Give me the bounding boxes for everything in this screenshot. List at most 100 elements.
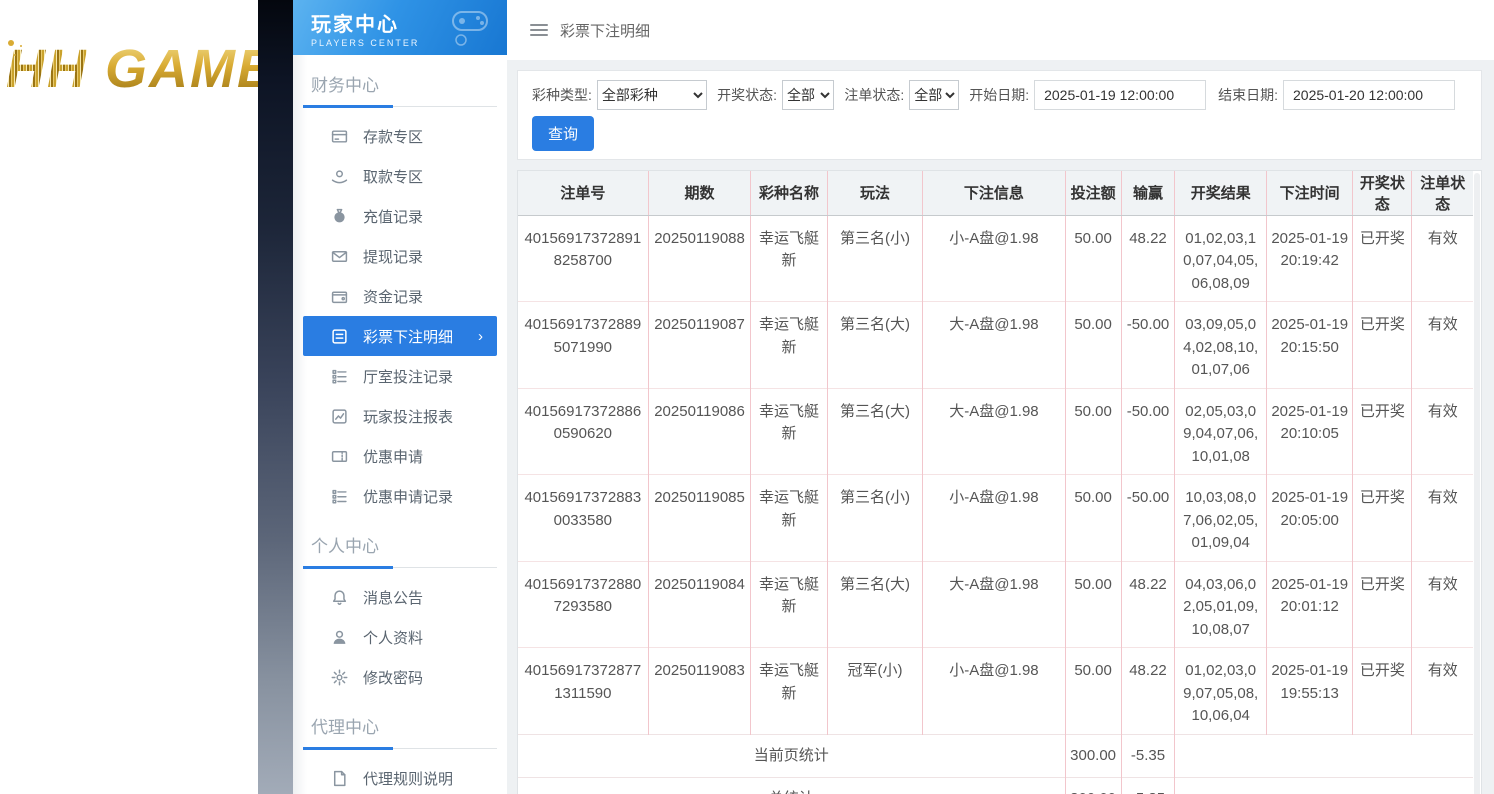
cell-bet-amount: 50.00: [1064, 560, 1122, 648]
summary-empty: [1174, 733, 1473, 778]
lottery-type-select[interactable]: 全部彩种: [596, 80, 708, 110]
sidebar-item-lottery-bet-detail[interactable]: 彩票下注明细 ›: [303, 316, 497, 356]
content: 彩种类型: 全部彩种 开奖状态: 全部 注单状态: 全部 开始日期: 结束日期:…: [507, 60, 1494, 794]
cell-win-loss: 48.22: [1120, 647, 1175, 734]
sidebar-item-label: 优惠申请记录: [363, 488, 454, 506]
sidebar-item-agent-rules[interactable]: 代理规则说明›: [303, 758, 497, 794]
envelope-icon: [331, 250, 348, 262]
section-divider: [303, 566, 497, 569]
chevron-right-icon: ›: [478, 327, 483, 345]
sidebar-item-withdraw[interactable]: 取款专区›: [303, 156, 497, 196]
cell-bet-info: 大-A盘@1.98: [922, 387, 1066, 475]
summary-bet-amount: 300.00: [1064, 733, 1122, 778]
col-header-win-loss: 输赢: [1120, 171, 1175, 216]
cell-win-loss: -50.00: [1120, 387, 1175, 475]
cell-draw-status: 已开奖: [1352, 474, 1412, 561]
cell-order-status: 有效: [1411, 387, 1473, 475]
sidebar-item-label: 彩票下注明细: [363, 328, 454, 346]
sidebar-item-funds-record[interactable]: 资金记录›: [303, 276, 497, 316]
cell-bet-amount: 50.00: [1064, 301, 1122, 388]
lottery-type-label: 彩种类型:: [532, 87, 592, 103]
sidebar-item-label: 充值记录: [363, 208, 424, 226]
draw-status-select[interactable]: 全部: [782, 80, 835, 110]
sidebar-item-withdrawal-record[interactable]: 提现记录›: [303, 236, 497, 276]
cell-play-type: 第三名(大): [826, 387, 923, 475]
table-row: 401569173728895071990 20250119087 幸运飞艇新 第三名…: [518, 301, 1473, 388]
wallet-icon: [331, 291, 348, 303]
cell-order-no: 401569173728860590620: [518, 387, 649, 475]
cell-order-status: 有效: [1411, 474, 1473, 561]
start-date-input[interactable]: [1034, 80, 1207, 110]
cell-win-loss: -50.00: [1120, 474, 1175, 561]
cell-period: 20250119083: [647, 647, 751, 734]
end-date-input[interactable]: [1283, 80, 1455, 110]
logo-text: HH GAME: [6, 38, 258, 100]
summary-label: 当前页统计: [518, 733, 1066, 778]
cell-order-no: 401569173728771311590: [518, 647, 649, 734]
cell-bet-time: 2025-01-19 20:01:12: [1265, 560, 1353, 648]
sidebar-section-title: 代理中心: [311, 718, 379, 737]
sidebar-item-profile[interactable]: 个人资料›: [303, 617, 497, 657]
cell-bet-info: 大-A盘@1.98: [922, 560, 1066, 648]
sidebar-item-hall-bet-record[interactable]: 厅室投注记录›: [303, 356, 497, 396]
cell-bet-info: 小-A盘@1.98: [922, 215, 1066, 302]
search-button[interactable]: 查询: [532, 116, 594, 151]
cell-bet-amount: 50.00: [1064, 647, 1122, 734]
cell-bet-time: 2025-01-19 20:10:05: [1265, 387, 1353, 475]
cell-play-type: 第三名(小): [826, 474, 923, 561]
col-header-order-no: 注单号: [518, 171, 649, 216]
col-header-period: 期数: [647, 171, 751, 216]
order-status-select[interactable]: 全部: [909, 80, 960, 110]
topbar: 彩票下注明细: [507, 0, 1494, 60]
bet-detail-list-icon: [332, 328, 347, 344]
cell-lottery-name: 幸运飞艇新: [750, 215, 828, 302]
table-row: 401569173728860590620 20250119086 幸运飞艇新 第三名…: [518, 387, 1473, 475]
cell-draw-status: 已开奖: [1352, 387, 1412, 475]
sidebar-menu: 财务中心存款专区›取款专区›充值记录›提现记录›资金记录› 彩票下注明细 › 厅室投注…: [293, 71, 507, 794]
sidebar-item-recharge-record[interactable]: 充值记录›: [303, 196, 497, 236]
cell-draw-result: 10,03,08,07,06,02,05,01,09,04: [1174, 474, 1267, 561]
sidebar-item-deposit[interactable]: 存款专区›: [303, 116, 497, 156]
table-row: 401569173728830033580 20250119085 幸运飞艇新 第三名…: [518, 474, 1473, 561]
draw-status-label: 开奖状态:: [717, 87, 778, 103]
deposit-card-icon: [331, 129, 348, 143]
order-status-label: 注单状态:: [844, 87, 905, 103]
bet-table-panel: 注单号 期数 彩种名称 玩法 下注信息 投注额 输赢 开奖结果 下注时间 开奖状态 注单状态 401…: [517, 170, 1482, 794]
cell-draw-status: 已开奖: [1352, 215, 1412, 302]
col-header-lottery-name: 彩种名称: [750, 171, 828, 216]
person-icon: [333, 630, 346, 644]
bell-icon: [332, 589, 347, 605]
end-date-label: 结束日期:: [1218, 87, 1278, 103]
cell-lottery-name: 幸运飞艇新: [750, 560, 828, 648]
col-header-bet-info: 下注信息: [922, 171, 1066, 216]
list-bullets-icon: [332, 369, 347, 384]
cell-win-loss: -50.00: [1120, 301, 1175, 388]
sidebar-item-announcements[interactable]: 消息公告›: [303, 577, 497, 617]
summary-row: 总统计300.00-5.35: [518, 777, 1473, 794]
bet-table: 注单号 期数 彩种名称 玩法 下注信息 投注额 输赢 开奖结果 下注时间 开奖状态 注单状态 401…: [518, 171, 1473, 794]
col-header-draw-status: 开奖状态: [1352, 171, 1412, 216]
cell-period: 20250119086: [647, 387, 751, 475]
table-scrollbar[interactable]: [1474, 173, 1480, 794]
menu-toggle-icon[interactable]: [530, 24, 548, 36]
cell-bet-amount: 50.00: [1064, 474, 1122, 561]
sidebar-header: 玩家中心 PLAYERS CENTER: [293, 0, 507, 55]
col-header-bet-time: 下注时间: [1265, 171, 1353, 216]
page-layout: 玩家中心 PLAYERS CENTER 财务中心存款专区›取款专区›充值记录›提…: [258, 0, 1494, 794]
sidebar-item-change-password[interactable]: 修改密码›: [303, 657, 497, 697]
cell-period: 20250119087: [647, 301, 751, 388]
sidebar-item-player-bet-report[interactable]: 玩家投注报表›: [303, 396, 497, 436]
sidebar-item-promo-apply-record[interactable]: 优惠申请记录›: [303, 476, 497, 516]
cell-draw-result: 04,03,06,02,05,01,09,10,08,07: [1174, 560, 1267, 648]
sidebar-item-promo-apply[interactable]: 优惠申请›: [303, 436, 497, 476]
cell-draw-status: 已开奖: [1352, 301, 1412, 388]
cell-bet-amount: 50.00: [1064, 387, 1122, 475]
sidebar-item-label: 消息公告: [363, 589, 424, 607]
cell-lottery-name: 幸运飞艇新: [750, 301, 828, 388]
sidebar-item-label: 代理规则说明: [363, 770, 454, 788]
section-divider: [303, 105, 497, 108]
sidebar: 玩家中心 PLAYERS CENTER 财务中心存款专区›取款专区›充值记录›提…: [293, 0, 507, 794]
cell-order-status: 有效: [1411, 560, 1473, 648]
cell-order-no: 401569173728830033580: [518, 474, 649, 561]
cell-bet-time: 2025-01-19 20:19:42: [1265, 215, 1353, 302]
